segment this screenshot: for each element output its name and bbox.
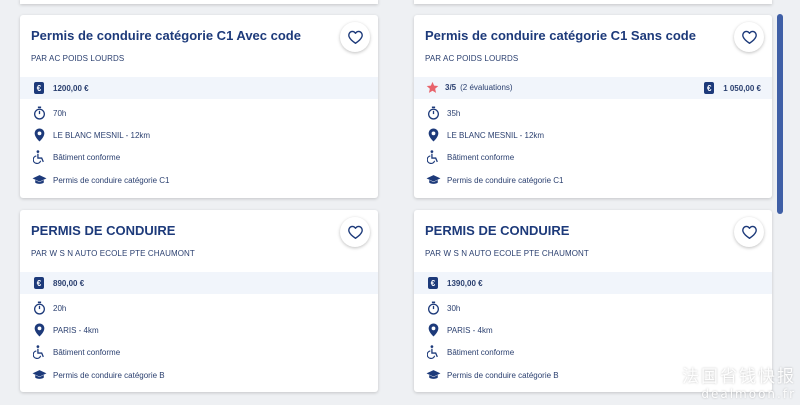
watermark: 法国省钱快报 dealmoon.fr (682, 362, 796, 401)
accessibility-row: Bâtiment conforme (31, 344, 120, 360)
euro-icon: € (31, 80, 47, 96)
duration-row: 20h (31, 300, 66, 316)
duration-row: 70h (31, 105, 66, 121)
heart-icon (347, 225, 363, 239)
watermark-line-2: dealmoon.fr (701, 387, 796, 401)
favorite-button[interactable] (734, 217, 764, 247)
stopwatch-icon (425, 300, 441, 316)
rating-row[interactable]: 3/5 (2 évaluations) (425, 80, 513, 94)
duration-value: 70h (53, 108, 67, 118)
card-organization: PAR W S N AUTO ECOLE PTE CHAUMONT (425, 249, 589, 258)
accessibility-row: Bâtiment conforme (425, 344, 514, 360)
price-value: 1200,00 € (53, 83, 89, 93)
certification-row: Permis de conduire catégorie B (425, 367, 559, 383)
location-row: PARIS - 4km (31, 322, 99, 338)
duration-row: 35h (425, 105, 460, 121)
stopwatch-icon (425, 105, 441, 121)
accessibility-value: Bâtiment conforme (53, 347, 121, 357)
location-row: LE BLANC MESNIL - 12km (31, 127, 150, 143)
graduation-cap-icon (31, 367, 47, 383)
map-pin-icon (31, 322, 47, 338)
location-value: LE BLANC MESNIL - 12km (53, 130, 151, 140)
location-value: PARIS - 4km (447, 325, 493, 335)
location-value: LE BLANC MESNIL - 12km (447, 130, 545, 140)
stopwatch-icon (31, 300, 47, 316)
accessibility-value: Bâtiment conforme (53, 152, 121, 162)
training-card[interactable]: Permis de conduire catégorie C1 Sans cod… (414, 15, 772, 198)
rating-count: (2 évaluations) (460, 82, 513, 92)
certification-row: Permis de conduire catégorie C1 (31, 172, 170, 188)
price-value: 890,00 € (53, 278, 85, 288)
certification-value: Permis de conduire catégorie C1 (447, 175, 564, 185)
card-organization: PAR AC POIDS LOURDS (425, 54, 519, 63)
accessibility-row: Bâtiment conforme (425, 149, 514, 165)
favorite-button[interactable] (734, 22, 764, 52)
euro-icon: € (701, 80, 717, 96)
card-organization: PAR AC POIDS LOURDS (31, 54, 125, 63)
heart-icon (741, 225, 757, 239)
euro-icon: € (31, 275, 47, 291)
wheelchair-icon (425, 344, 441, 360)
certification-value: Permis de conduire catégorie C1 (53, 175, 170, 185)
price-value: 1 050,00 € (723, 83, 761, 93)
euro-icon: € (425, 275, 441, 291)
price-row: € 890,00 € (31, 275, 84, 291)
heart-icon (347, 30, 363, 44)
training-card[interactable]: PERMIS DE CONDUIRE PAR W S N AUTO ECOLE … (20, 210, 378, 392)
certification-row: Permis de conduire catégorie C1 (425, 172, 564, 188)
wheelchair-icon (31, 344, 47, 360)
card-title[interactable]: Permis de conduire catégorie C1 Sans cod… (425, 28, 696, 43)
price-row: € 1 050,00 € (701, 80, 761, 96)
certification-row: Permis de conduire catégorie B (31, 367, 165, 383)
wheelchair-icon (31, 149, 47, 165)
graduation-cap-icon (31, 172, 47, 188)
previous-card-edge (20, 0, 378, 4)
card-organization: PAR W S N AUTO ECOLE PTE CHAUMONT (31, 249, 195, 258)
card-title[interactable]: PERMIS DE CONDUIRE (31, 223, 175, 238)
rating-value: 3/5 (445, 82, 457, 92)
stopwatch-icon (31, 105, 47, 121)
location-row: LE BLANC MESNIL - 12km (425, 127, 544, 143)
wheelchair-icon (425, 149, 441, 165)
accessibility-value: Bâtiment conforme (447, 152, 515, 162)
heart-icon (741, 30, 757, 44)
favorite-button[interactable] (340, 22, 370, 52)
certification-value: Permis de conduire catégorie B (53, 370, 165, 380)
location-value: PARIS - 4km (53, 325, 99, 335)
map-pin-icon (425, 322, 441, 338)
map-pin-icon (31, 127, 47, 143)
training-card[interactable]: Permis de conduire catégorie C1 Avec cod… (20, 15, 378, 198)
card-title[interactable]: PERMIS DE CONDUIRE (425, 223, 569, 238)
previous-card-edge (414, 0, 772, 4)
price-value: 1390,00 € (447, 278, 483, 288)
certification-value: Permis de conduire catégorie B (447, 370, 559, 380)
results-page: Permis de conduire catégorie C1 Avec cod… (0, 0, 800, 405)
duration-row: 30h (425, 300, 460, 316)
accessibility-value: Bâtiment conforme (447, 347, 515, 357)
duration-value: 20h (53, 303, 67, 313)
scrollbar-thumb[interactable] (777, 14, 783, 214)
card-title[interactable]: Permis de conduire catégorie C1 Avec cod… (31, 28, 301, 43)
graduation-cap-icon (425, 172, 441, 188)
accessibility-row: Bâtiment conforme (31, 149, 120, 165)
price-row: € 1200,00 € (31, 80, 89, 96)
graduation-cap-icon (425, 367, 441, 383)
location-row: PARIS - 4km (425, 322, 493, 338)
map-pin-icon (425, 127, 441, 143)
price-row: € 1390,00 € (425, 275, 483, 291)
star-icon (425, 80, 439, 94)
watermark-line-1: 法国省钱快报 (682, 367, 796, 387)
duration-value: 30h (447, 303, 461, 313)
duration-value: 35h (447, 108, 461, 118)
favorite-button[interactable] (340, 217, 370, 247)
